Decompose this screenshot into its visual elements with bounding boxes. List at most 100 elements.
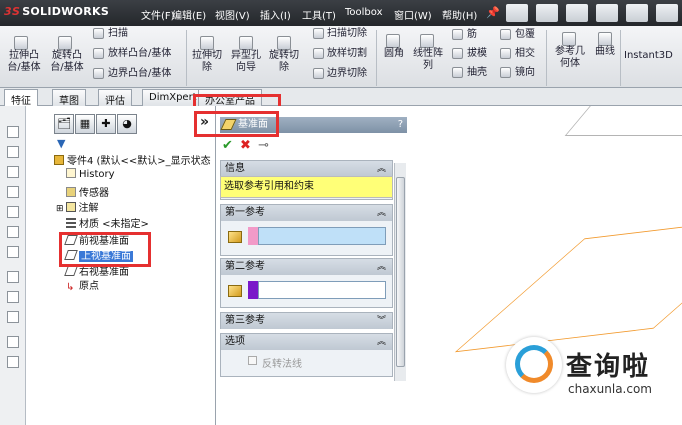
wrap-label[interactable]: 包覆	[515, 29, 535, 41]
collapse-icon[interactable]: ︽	[377, 161, 386, 177]
info-section-header[interactable]: 信息 ︽	[221, 161, 392, 177]
reference-geometry-label[interactable]: 参考几 何体	[550, 46, 590, 70]
rib-label[interactable]: 筋	[467, 29, 477, 41]
hole-wizard-label[interactable]: 异型孔 向导	[228, 50, 264, 74]
reference-geometry-icon[interactable]	[562, 32, 576, 46]
rib-icon[interactable]	[452, 29, 463, 40]
extrude-cut-label[interactable]: 拉伸切 除	[189, 50, 225, 74]
property-manager-tab-icon[interactable]: ▦	[75, 114, 95, 134]
extrude-cut-icon[interactable]	[200, 36, 214, 50]
boundary-boss-label[interactable]: 边界凸台/基体	[108, 68, 171, 80]
intersect-icon[interactable]	[500, 48, 511, 59]
first-reference-header[interactable]: 第一参考 ︽	[221, 205, 392, 221]
collapse-icon[interactable]: ︽	[377, 259, 386, 275]
lofted-cut-label[interactable]: 放样切割	[327, 48, 367, 60]
display-manager-tab-icon[interactable]: ◕	[117, 114, 137, 134]
tab-sketch[interactable]: 草图	[52, 89, 86, 107]
menu-help[interactable]: 帮助(H)	[442, 7, 477, 22]
tab-evaluate[interactable]: 评估	[98, 89, 132, 107]
collapse-icon[interactable]: ︽	[377, 205, 386, 221]
tree-root[interactable]: 零件4 (默认<<默认>_显示状态	[54, 152, 211, 167]
lofted-cut-icon[interactable]	[313, 48, 324, 59]
view-icon[interactable]	[7, 186, 19, 198]
draft-icon[interactable]	[452, 48, 463, 59]
tree-item-origin[interactable]: ↳ 原点	[66, 277, 99, 293]
revolve-cut-label[interactable]: 旋转切 除	[266, 50, 302, 74]
first-reference-field[interactable]	[258, 227, 386, 245]
third-reference-header[interactable]: 第三参考 ︾	[221, 313, 392, 329]
menu-view[interactable]: 视图(V)	[215, 7, 250, 22]
redo-icon[interactable]	[656, 4, 678, 22]
ok-check-icon[interactable]: ✔	[222, 138, 233, 153]
swept-cut-icon[interactable]	[313, 28, 324, 39]
tree-item-history[interactable]: History	[66, 168, 115, 180]
swept-cut-label[interactable]: 扫描切除	[327, 28, 367, 40]
boundary-cut-icon[interactable]	[313, 68, 324, 79]
pin-icon[interactable]: 📌	[486, 6, 500, 19]
feature-manager-tab-icon[interactable]: 🗂	[54, 114, 74, 134]
revolve-boss-label[interactable]: 旋转凸 台/基体	[47, 50, 87, 74]
sweep-icon[interactable]	[93, 28, 104, 39]
shell-label[interactable]: 抽壳	[467, 67, 487, 79]
curves-label[interactable]: 曲线	[592, 46, 618, 58]
help-icon[interactable]: ?	[398, 117, 403, 133]
menu-toolbox[interactable]: Toolbox	[345, 7, 383, 18]
menu-tools[interactable]: 工具(T)	[302, 7, 336, 22]
view-icon[interactable]	[7, 166, 19, 178]
sketch-tool-icon[interactable]	[7, 271, 19, 283]
menu-window[interactable]: 窗口(W)	[394, 7, 432, 22]
pushpin-icon[interactable]: ⊸	[258, 138, 269, 153]
scrollbar-thumb[interactable]	[396, 177, 405, 367]
boundary-cut-label[interactable]: 边界切除	[327, 68, 367, 80]
curves-icon[interactable]	[598, 32, 612, 46]
fillet-label[interactable]: 圆角	[380, 48, 408, 60]
tree-item-annotations[interactable]: ⊞ 注解	[56, 199, 99, 214]
intersect-label[interactable]: 相交	[515, 48, 535, 60]
hole-wizard-icon[interactable]	[239, 36, 253, 50]
property-manager-scrollbar[interactable]	[394, 163, 406, 381]
tree-item-sensors[interactable]: 传感器	[66, 184, 109, 199]
instant3d-button[interactable]: Instant3D	[624, 50, 673, 62]
new-doc-icon[interactable]	[506, 4, 528, 22]
sweep-label[interactable]: 扫描	[108, 28, 128, 40]
menu-insert[interactable]: 插入(I)	[260, 7, 291, 22]
options-header[interactable]: 选项 ︽	[221, 334, 392, 350]
view-icon[interactable]	[7, 126, 19, 138]
extrude-boss-label[interactable]: 拉伸凸 台/基体	[4, 50, 44, 74]
view-icon[interactable]	[7, 146, 19, 158]
draft-label[interactable]: 拔模	[467, 48, 487, 60]
expand-icon[interactable]: ︾	[377, 313, 386, 329]
undo-icon[interactable]	[626, 4, 648, 22]
filter-icon[interactable]: ▼	[57, 137, 65, 150]
mirror-icon[interactable]	[500, 67, 511, 78]
boundary-boss-icon[interactable]	[93, 68, 104, 79]
view-icon[interactable]	[7, 246, 19, 258]
menu-edit[interactable]: 编辑(E)	[172, 7, 206, 22]
save-icon[interactable]	[566, 4, 588, 22]
second-reference-header[interactable]: 第二参考 ︽	[221, 259, 392, 275]
revolve-cut-icon[interactable]	[277, 36, 291, 50]
view-icon[interactable]	[7, 206, 19, 218]
cancel-x-icon[interactable]: ✖	[240, 138, 251, 153]
fillet-icon[interactable]	[386, 34, 400, 48]
sketch-tool-icon[interactable]	[7, 356, 19, 368]
tab-features[interactable]: 特征	[4, 89, 38, 107]
flip-normal-checkbox[interactable]	[248, 356, 257, 365]
mirror-label[interactable]: 镜向	[515, 67, 535, 79]
tree-item-material[interactable]: 材质 <未指定>	[66, 215, 149, 230]
configuration-manager-tab-icon[interactable]: ✚	[96, 114, 116, 134]
linear-pattern-label[interactable]: 线性阵 列	[410, 48, 446, 72]
view-icon[interactable]	[7, 226, 19, 238]
linear-pattern-icon[interactable]	[420, 34, 434, 48]
loft-label[interactable]: 放样凸台/基体	[108, 48, 171, 60]
sketch-tool-icon[interactable]	[7, 336, 19, 348]
wrap-icon[interactable]	[500, 29, 511, 40]
sketch-tool-icon[interactable]	[7, 311, 19, 323]
shell-icon[interactable]	[452, 67, 463, 78]
extrude-boss-icon[interactable]	[14, 36, 28, 50]
menu-file[interactable]: 文件(F)	[141, 7, 175, 22]
open-icon[interactable]	[536, 4, 558, 22]
print-icon[interactable]	[596, 4, 618, 22]
collapse-icon[interactable]: ︽	[377, 334, 386, 350]
second-reference-field[interactable]	[258, 281, 386, 299]
